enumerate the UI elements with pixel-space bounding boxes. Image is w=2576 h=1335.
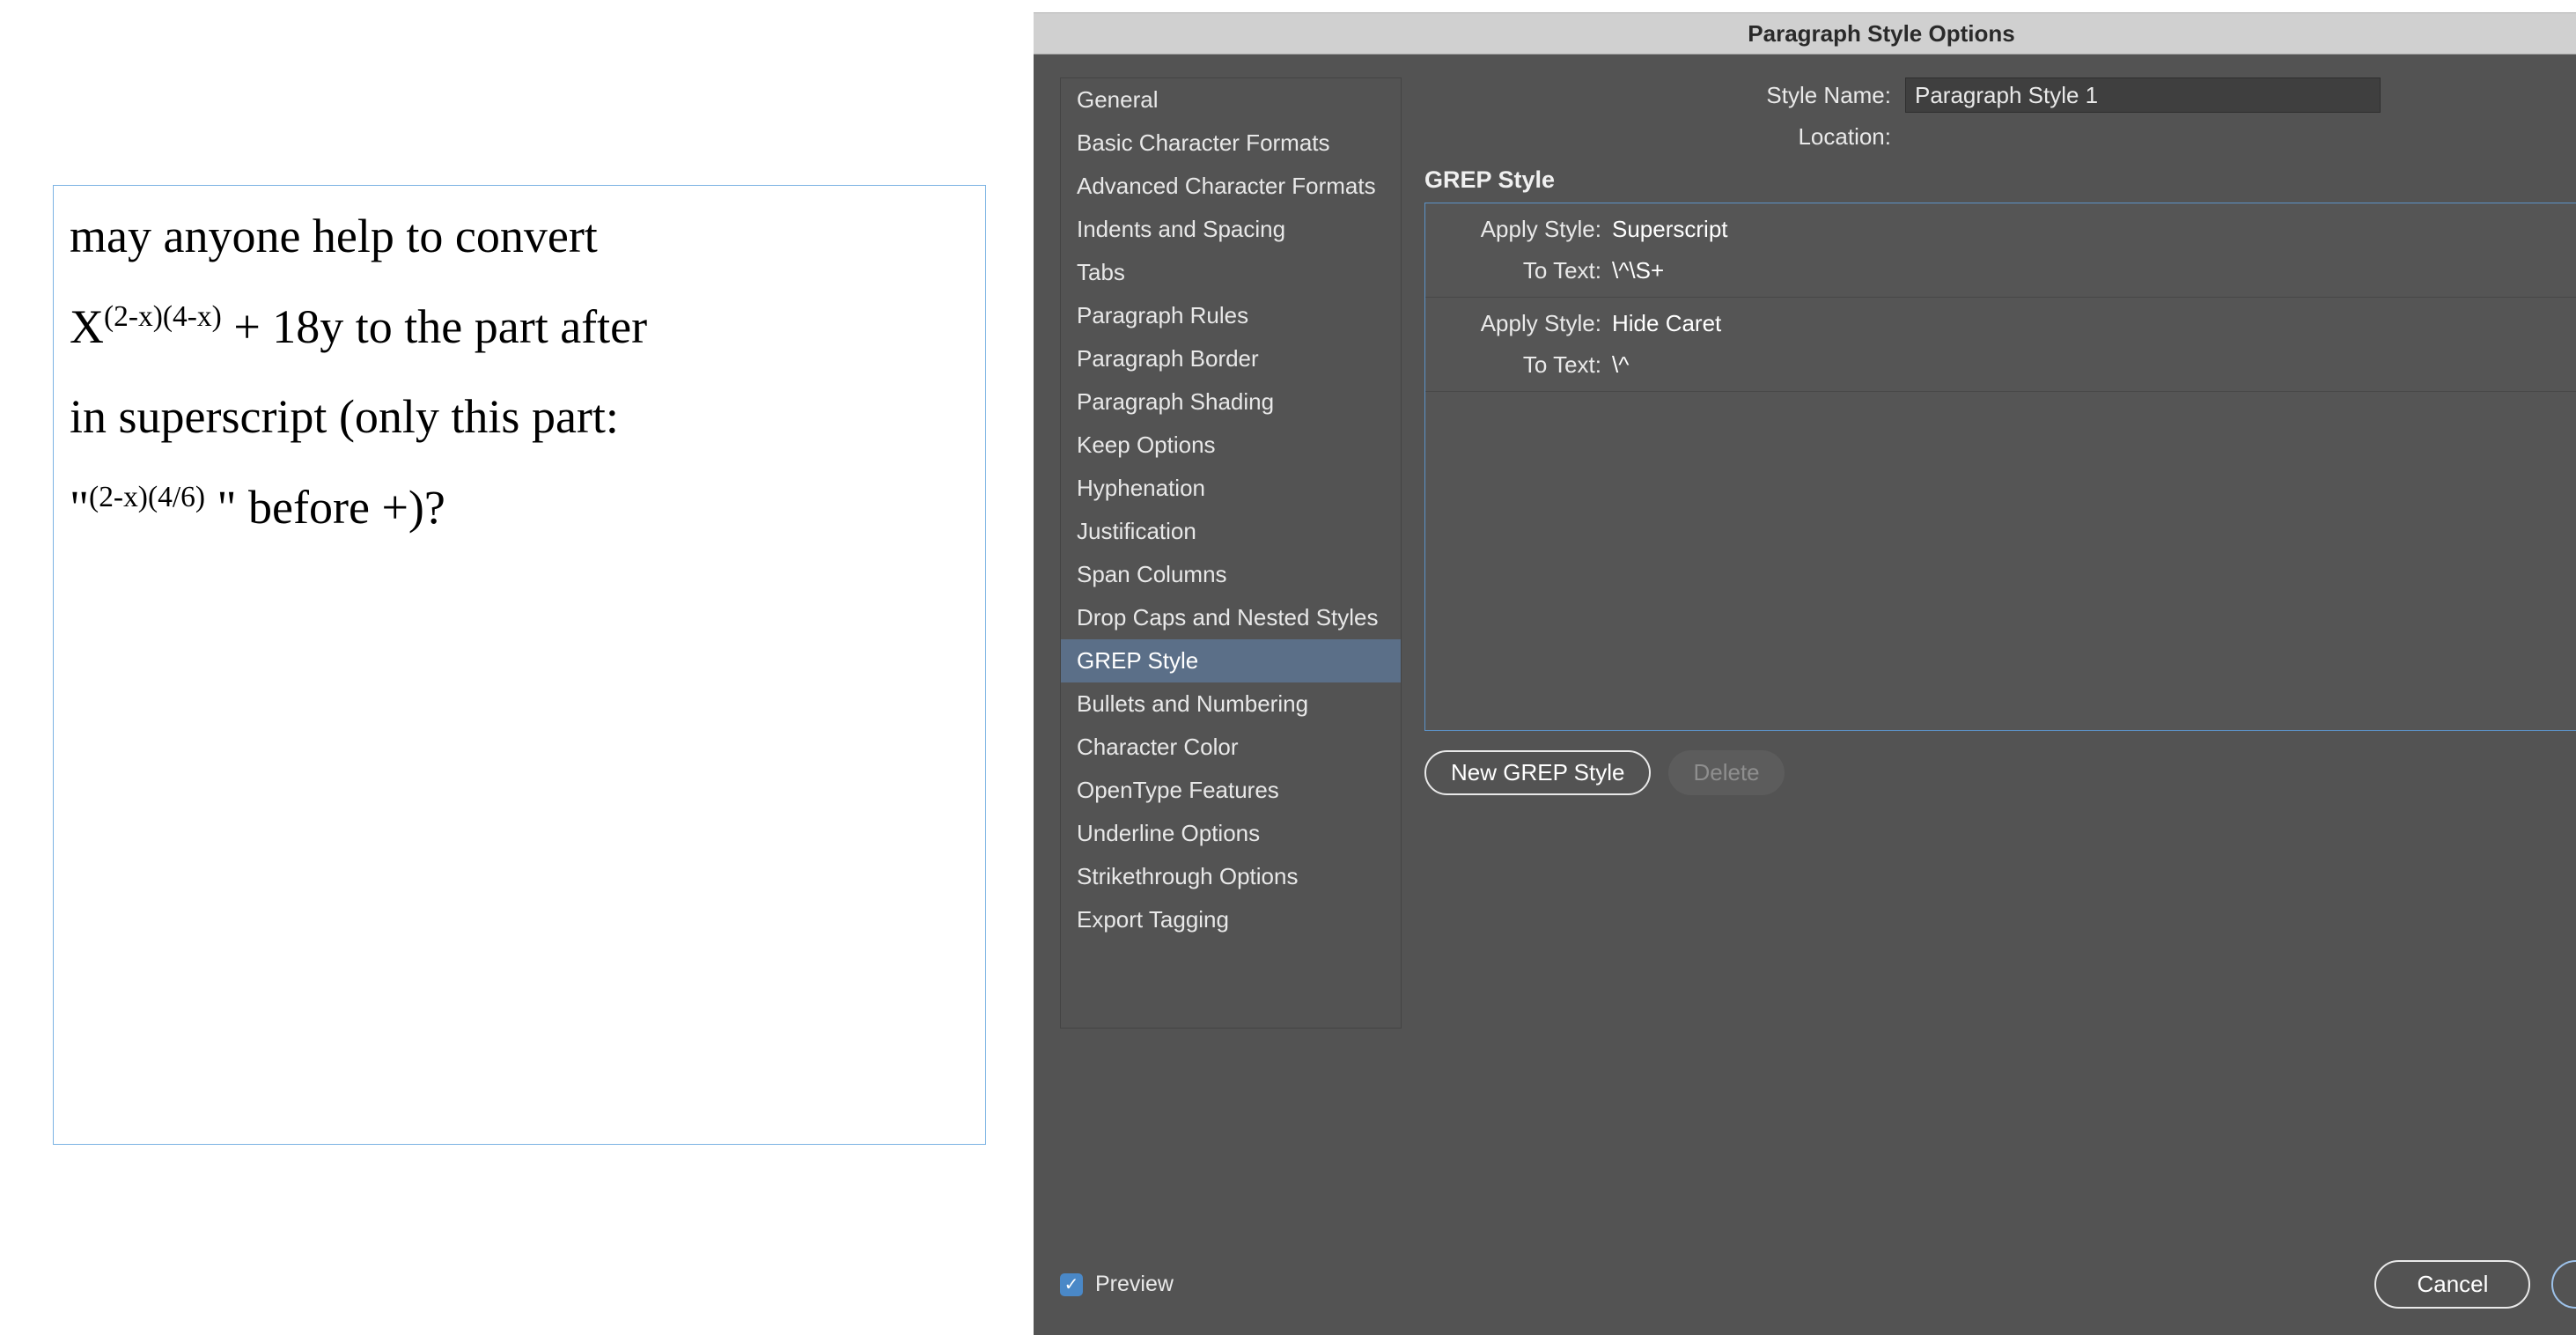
preview-label: Preview — [1095, 1272, 1174, 1297]
sidebar-item[interactable]: Keep Options — [1061, 424, 1401, 467]
style-name-row: Style Name: — [1424, 77, 2576, 113]
location-label: Location: — [1424, 123, 1891, 151]
doc-line: in superscript (only this part: — [70, 372, 969, 462]
apply-style-label: Apply Style: — [1425, 216, 1601, 243]
grep-style-list[interactable]: Apply Style:SuperscriptTo Text:\^\S+Appl… — [1424, 203, 2576, 731]
grep-actions-row: New GREP Style Delete ▲ ▼ — [1424, 750, 2576, 795]
dialog-titlebar: Paragraph Style Options — [1034, 12, 2576, 55]
sidebar-item[interactable]: OpenType Features — [1061, 769, 1401, 812]
to-text-value[interactable]: \^ — [1612, 351, 1629, 379]
delete-grep-style-button: Delete — [1668, 750, 1784, 795]
sidebar-item[interactable]: Bullets and Numbering — [1061, 682, 1401, 726]
style-name-input[interactable] — [1905, 77, 2381, 113]
sidebar-item[interactable]: Underline Options — [1061, 812, 1401, 855]
doc-line: X(2-x)(4-x) + 18y to the part after — [70, 282, 969, 372]
sidebar-item[interactable]: Drop Caps and Nested Styles — [1061, 596, 1401, 639]
apply-style-label: Apply Style: — [1425, 310, 1601, 337]
sidebar-item[interactable]: GREP Style — [1061, 639, 1401, 682]
apply-style-value[interactable]: Hide Caret — [1612, 310, 1721, 337]
doc-line: "(2-x)(4/6) " before +)? — [70, 462, 969, 553]
sidebar-item[interactable]: Indents and Spacing — [1061, 208, 1401, 251]
sidebar-item[interactable]: Basic Character Formats — [1061, 122, 1401, 165]
location-row: Location: — [1424, 123, 2576, 151]
sidebar-item[interactable]: Span Columns — [1061, 553, 1401, 596]
to-text-value[interactable]: \^\S+ — [1612, 257, 1664, 284]
sidebar-item[interactable]: Hyphenation — [1061, 467, 1401, 510]
style-name-label: Style Name: — [1424, 82, 1891, 109]
sidebar-item[interactable]: Paragraph Border — [1061, 337, 1401, 380]
doc-line: may anyone help to convert — [70, 191, 969, 282]
sidebar-item[interactable]: Paragraph Shading — [1061, 380, 1401, 424]
paragraph-style-options-dialog: Paragraph Style Options GeneralBasic Cha… — [1034, 12, 2576, 1335]
to-text-label: To Text: — [1425, 351, 1601, 379]
document-text-frame[interactable]: may anyone help to convert X(2-x)(4-x) +… — [53, 185, 986, 1145]
grep-rule[interactable]: Apply Style: Superscript To Text: \^\S+ — [1425, 203, 2576, 298]
dialog-title: Paragraph Style Options — [1748, 20, 2014, 48]
ok-button[interactable]: OK — [2551, 1260, 2576, 1309]
grep-style-heading: GREP Style — [1424, 166, 2576, 194]
dialog-right-panel: Style Name: Location: GREP Style Apply S… — [1402, 55, 2576, 795]
sidebar-item[interactable]: Character Color — [1061, 726, 1401, 769]
sidebar-item[interactable]: Strikethrough Options — [1061, 855, 1401, 898]
sidebar-item[interactable]: Justification — [1061, 510, 1401, 553]
sidebar-item[interactable]: General — [1061, 78, 1401, 122]
apply-style-value[interactable]: Superscript — [1612, 216, 1728, 243]
grep-rule[interactable]: Apply Style: Hide Caret To Text: \^ — [1425, 298, 2576, 392]
sidebar-item[interactable]: Advanced Character Formats — [1061, 165, 1401, 208]
to-text-label: To Text: — [1425, 257, 1601, 284]
preview-checkbox[interactable]: ✓ — [1060, 1273, 1083, 1296]
sidebar-item[interactable]: Paragraph Rules — [1061, 294, 1401, 337]
new-grep-style-button[interactable]: New GREP Style — [1424, 750, 1651, 795]
options-sidebar: GeneralBasic Character FormatsAdvanced C… — [1060, 77, 1402, 1029]
dialog-footer: ✓ Preview Cancel OK — [1060, 1260, 2576, 1309]
sidebar-item[interactable]: Tabs — [1061, 251, 1401, 294]
sidebar-item[interactable]: Export Tagging — [1061, 898, 1401, 941]
cancel-button[interactable]: Cancel — [2374, 1260, 2530, 1309]
